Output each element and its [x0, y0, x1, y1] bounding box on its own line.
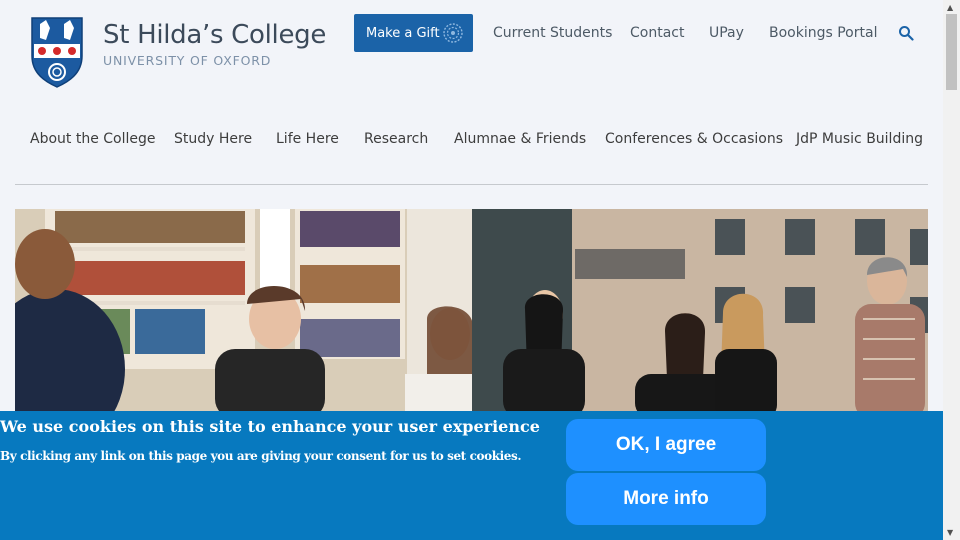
site-header: St Hilda’s College UNIVERSITY OF OXFORD … [0, 0, 943, 110]
make-a-gift-button[interactable]: Make a Gift [354, 14, 473, 52]
nav-divider [15, 184, 928, 185]
nav-item-music-building[interactable]: JdP Music Building [796, 131, 923, 147]
nav-item-life-here[interactable]: Life Here [276, 131, 339, 147]
scrollbar-thumb[interactable] [946, 14, 957, 90]
scroll-down-arrow-icon[interactable]: ▼ [947, 528, 953, 537]
university-name: UNIVERSITY OF OXFORD [103, 53, 272, 68]
current-students-link[interactable]: Current Students [493, 25, 612, 41]
nav-item-research[interactable]: Research [364, 131, 428, 147]
nav-item-conferences[interactable]: Conferences & Occasions [605, 131, 783, 147]
ok-i-agree-button[interactable]: OK, I agree [566, 419, 766, 471]
nav-item-study-here[interactable]: Study Here [174, 131, 252, 147]
college-name: St Hilda’s College [103, 20, 327, 50]
search-icon[interactable] [898, 25, 914, 41]
upay-link[interactable]: UPay [709, 25, 744, 41]
hero-image [15, 209, 928, 419]
cookie-banner: We use cookies on this site to enhance y… [0, 411, 943, 540]
swirl-icon [443, 23, 463, 43]
college-logo[interactable]: St Hilda’s College UNIVERSITY OF OXFORD [30, 16, 326, 88]
page-scrollbar[interactable]: ▲ ▼ [943, 0, 960, 540]
bookings-portal-link[interactable]: Bookings Portal [769, 25, 877, 41]
make-a-gift-label: Make a Gift [366, 25, 440, 41]
college-crest-icon [31, 17, 83, 88]
more-info-button[interactable]: More info [566, 473, 766, 525]
scroll-up-arrow-icon[interactable]: ▲ [947, 3, 953, 12]
nav-item-about[interactable]: About the College [30, 131, 156, 147]
nav-item-alumnae[interactable]: Alumnae & Friends [454, 131, 586, 147]
cookie-banner-subtitle: By clicking any link on this page you ar… [0, 449, 522, 463]
utility-nav: Make a Gift Current Students Contact UPa… [354, 14, 914, 52]
contact-link[interactable]: Contact [630, 25, 684, 41]
cookie-banner-title: We use cookies on this site to enhance y… [0, 417, 540, 436]
